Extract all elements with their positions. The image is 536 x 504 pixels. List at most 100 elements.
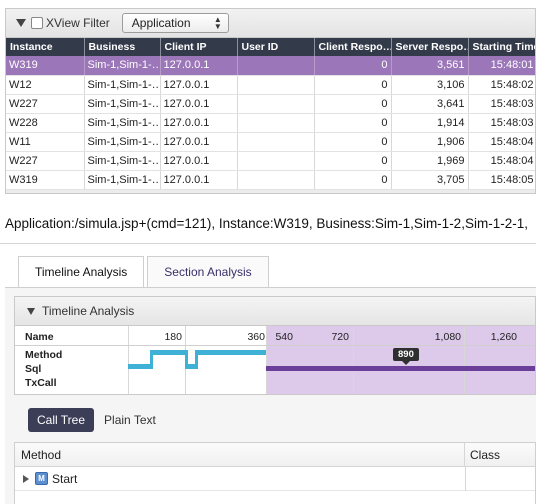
tree-row-label: Start [52,471,78,486]
cell-client-response: 0 [314,170,392,190]
column-header-client-ip[interactable]: Client IP [160,38,238,56]
column-header-user-id[interactable]: User ID [237,38,315,56]
column-divider [465,466,466,491]
gridline [128,326,129,394]
cell-server-response: 3,106 [391,75,469,95]
cell-user-id [237,132,315,152]
timeline-chart[interactable]: Name Method Sql TxCall 180 360 540 720 1… [15,326,535,394]
cell-client-ip: 127.0.0.1 [160,170,238,190]
xview-filter-label: XView Filter [46,16,110,30]
cell-instance: W228 [6,113,85,133]
analysis-tabs: Timeline Analysis Section Analysis [18,256,272,287]
cell-instance: W227 [6,94,85,114]
table-header-row: Instance Business Client IP User ID Clie… [6,38,535,56]
cell-instance: W319 [6,170,85,190]
column-header-starting-time[interactable]: Starting Time [468,38,535,56]
timeline-row-txcall: TxCall [25,377,57,389]
timeline-tick-label: 720 [331,331,349,343]
cell-starting-time: 15:48:01 [468,56,535,76]
cell-starting-time: 15:48:04 [468,151,535,171]
cell-starting-time: 15:48:04 [468,132,535,152]
cell-starting-time: 15:48:03 [468,94,535,114]
column-header-server-response[interactable]: Server Respo… [391,38,469,56]
tab-plain-text[interactable]: Plain Text [104,413,156,427]
cell-instance: W227 [6,151,85,171]
application-select-value: Application [131,16,191,30]
table-row[interactable]: W11 Sim-1,Sim-1-… 127.0.0.1 0 1,906 15:48:04 [6,132,535,152]
timeline-tick-label: 1,260 [490,331,517,343]
cell-client-response: 0 [314,132,392,152]
application-select[interactable]: Application ▲ ▼ [121,13,229,33]
table-row[interactable]: W227 Sim-1,Sim-1-… 127.0.0.1 0 1,969 15:48:04 [6,151,535,171]
cell-client-response: 0 [314,94,392,114]
column-header-class[interactable]: Class [465,448,500,462]
timeline-marker[interactable]: 890 [393,348,419,365]
gridline [353,326,354,394]
cell-business: Sim-1,Sim-1-… [84,170,161,190]
gridline [464,326,465,394]
cell-business: Sim-1,Sim-1-… [84,113,161,133]
timeline-header[interactable]: Timeline Analysis [15,297,535,326]
cell-server-response: 3,561 [391,56,469,76]
cell-client-ip: 127.0.0.1 [160,132,238,152]
tree-header-row: Method Class [15,442,535,467]
column-header-instance[interactable]: Instance [6,38,85,56]
call-tree-table: Method Class M Start [14,442,536,504]
cell-business: Sim-1,Sim-1-… [84,56,161,76]
method-bar [195,350,266,355]
tree-row[interactable]: M Start [15,466,535,491]
cell-instance: W12 [6,75,85,95]
expand-triangle-icon[interactable] [23,474,29,483]
timeline-title: Timeline Analysis [42,304,135,318]
column-header-method[interactable]: Method [15,442,465,467]
cell-user-id [237,170,315,190]
cell-client-ip: 127.0.0.1 [160,151,238,171]
cell-client-response: 0 [314,75,392,95]
cell-starting-time: 15:48:03 [468,113,535,133]
tab-call-tree[interactable]: Call Tree [28,408,95,432]
table-row[interactable]: W228 Sim-1,Sim-1-… 127.0.0.1 0 1,914 15:48:03 [6,113,535,133]
view-tabs: Call Tree Plain Text [28,408,156,432]
cell-server-response: 1,914 [391,113,469,133]
table-row[interactable]: W319 Sim-1,Sim-1-… 127.0.0.1 0 3,561 15:48:01 [6,56,535,76]
cell-client-response: 0 [314,113,392,133]
method-bar [187,364,195,369]
cell-user-id [237,56,315,76]
timeline-header-line [15,345,535,346]
table-row[interactable]: W319 Sim-1,Sim-1-… 127.0.0.1 0 3,705 15:48:05 [6,170,535,190]
method-icon: M [35,472,48,485]
column-header-client-response[interactable]: Client Respo… [314,38,392,56]
table-row[interactable]: W227 Sim-1,Sim-1-… 127.0.0.1 0 3,641 15:48:03 [6,94,535,114]
transaction-table: Instance Business Client IP User ID Clie… [6,38,535,190]
cell-user-id [237,113,315,133]
cell-instance: W11 [6,132,85,152]
tab-section-analysis[interactable]: Section Analysis [147,256,269,287]
timeline-analysis-box: Timeline Analysis Name Method Sql TxCall… [14,296,536,395]
timeline-row-sql: Sql [25,363,42,375]
table-row[interactable]: W12 Sim-1,Sim-1-… 127.0.0.1 0 3,106 15:48:02 [6,75,535,95]
cell-client-response: 0 [314,151,392,171]
method-bar [128,364,150,369]
cell-business: Sim-1,Sim-1-… [84,75,161,95]
cell-server-response: 3,705 [391,170,469,190]
collapse-triangle-icon[interactable] [27,307,35,315]
timeline-tick-label: 180 [164,331,182,343]
cell-client-ip: 127.0.0.1 [160,113,238,133]
cell-business: Sim-1,Sim-1-… [84,132,161,152]
transaction-summary: Application:/simula.jsp+(cmd=121), Insta… [5,216,528,231]
cell-user-id [237,151,315,171]
cell-instance: W319 [6,56,85,76]
cell-client-ip: 127.0.0.1 [160,75,238,95]
xview-filter-checkbox[interactable] [31,17,43,29]
cell-client-response: 0 [314,56,392,76]
cell-starting-time: 15:48:02 [468,75,535,95]
tab-timeline-analysis[interactable]: Timeline Analysis [18,256,145,287]
transaction-list-panel: XView Filter Application ▲ ▼ Instance Bus… [5,8,536,194]
cell-server-response: 1,969 [391,151,469,171]
divider [0,243,536,244]
filter-bar: XView Filter Application ▲ ▼ [6,9,535,38]
column-header-business[interactable]: Business [84,38,161,56]
collapse-triangle-icon[interactable] [16,19,26,27]
sql-bar [266,366,535,371]
cell-server-response: 3,641 [391,94,469,114]
